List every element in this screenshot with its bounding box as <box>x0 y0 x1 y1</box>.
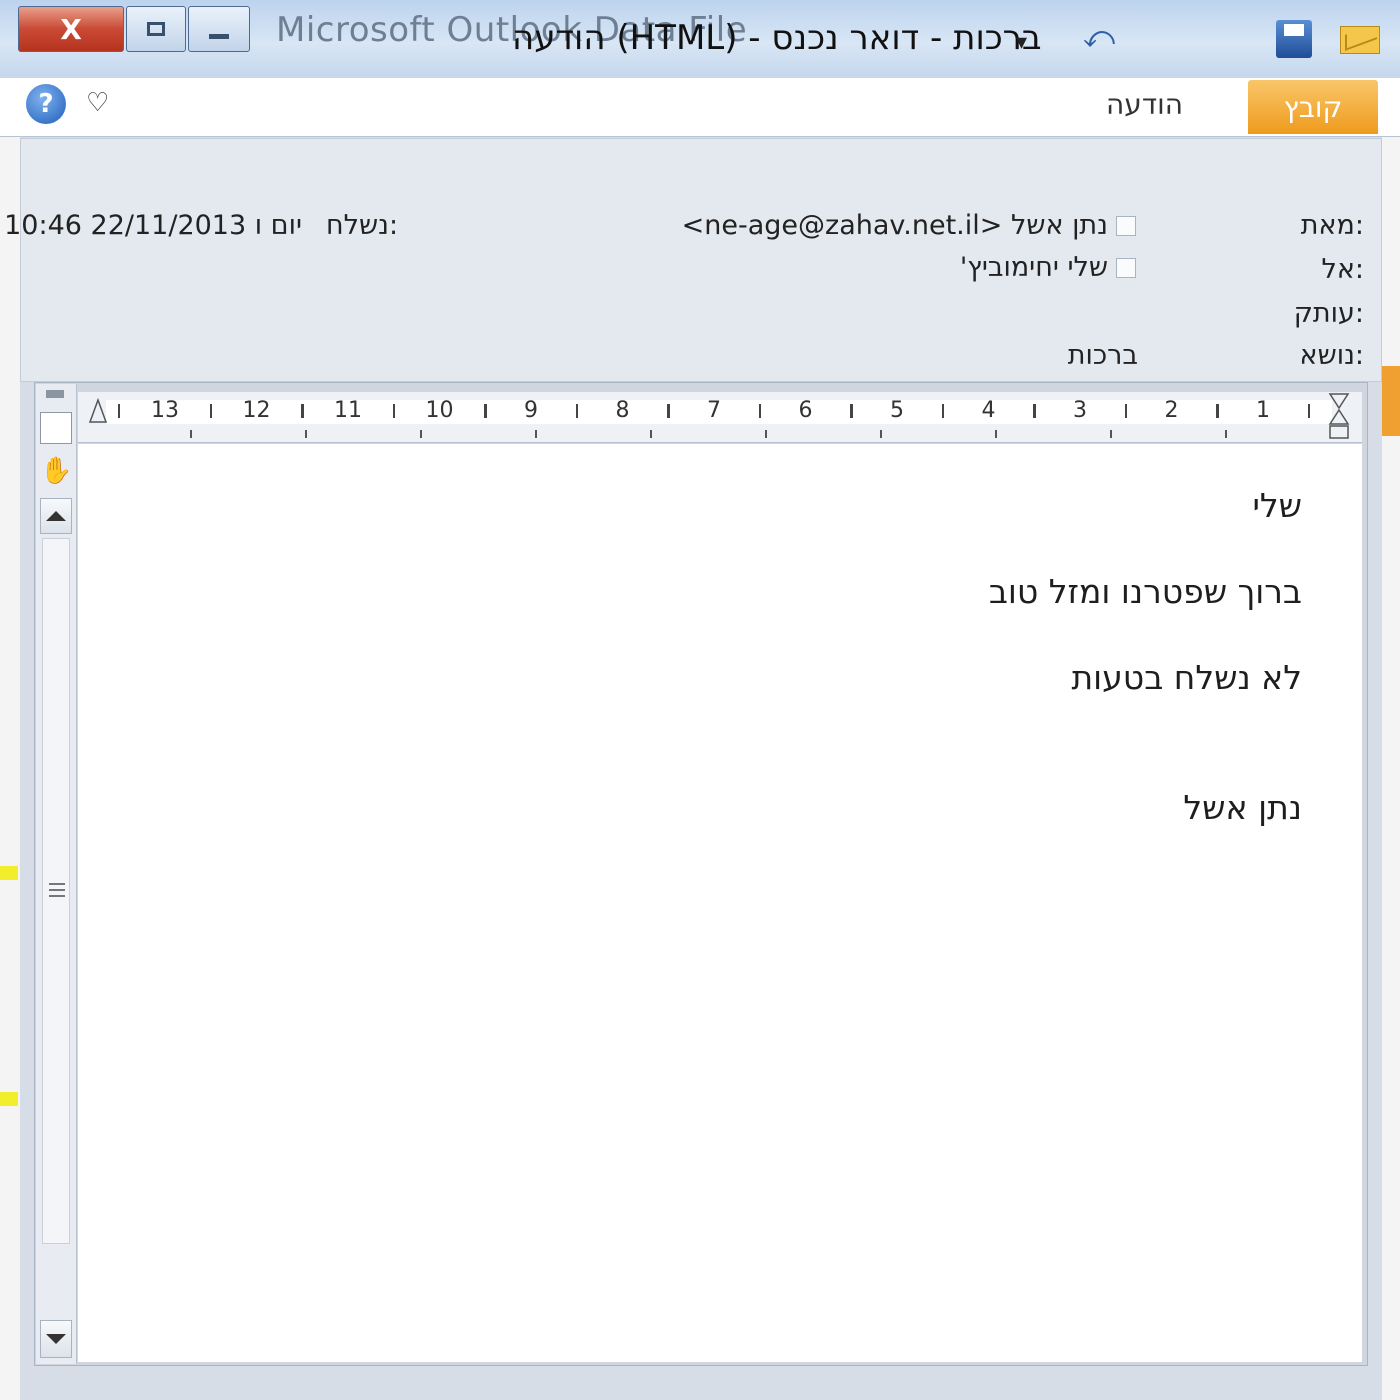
close-icon: X <box>60 12 82 46</box>
ruler-tick <box>209 404 212 418</box>
right-indent-marker-icon[interactable] <box>1328 392 1350 440</box>
ruler-tab-mark <box>190 430 192 438</box>
tab-file[interactable]: קובץ <box>1248 80 1378 134</box>
ruler-tick <box>850 404 852 418</box>
message-header <box>20 138 1382 382</box>
ruler-number: 3 <box>1073 398 1087 423</box>
ruler-number: 6 <box>798 398 813 423</box>
highlight-strip <box>1382 366 1400 436</box>
ruler-tab-mark <box>305 430 307 438</box>
arrow-up-icon <box>46 511 66 521</box>
restore-button[interactable] <box>126 6 186 52</box>
mail-icon <box>1340 26 1380 54</box>
view-ruler-icon[interactable] <box>40 412 72 444</box>
toolbar-grip <box>46 390 64 398</box>
highlight-strip <box>0 866 18 880</box>
minimize-button[interactable] <box>188 6 250 52</box>
ruler-number: 1 <box>1256 398 1270 423</box>
ruler-number: 2 <box>1164 398 1179 423</box>
from-label: מאת: <box>1300 210 1364 241</box>
close-button[interactable]: X <box>18 6 124 52</box>
ruler-number: 5 <box>890 398 904 423</box>
ruler-tab-mark <box>650 430 652 438</box>
minimize-icon <box>209 33 229 39</box>
ruler-tick <box>1124 404 1127 418</box>
scroll-down-button[interactable] <box>40 1320 72 1358</box>
from-value[interactable]: נתן אשל <ne-age@zahav.net.il> <box>682 210 1108 241</box>
ruler-tick <box>758 404 761 418</box>
tab-message[interactable]: הודעה <box>1106 88 1183 121</box>
ruler-tab-mark <box>535 430 537 438</box>
ruler-tick <box>1216 404 1218 418</box>
body-line-signature: נתן אשל <box>1183 788 1302 827</box>
to-value[interactable]: שלי יחימוביץ' <box>960 252 1108 283</box>
ruler-tab-mark <box>1225 430 1227 438</box>
quick-access-dropdown-icon[interactable]: ▾ <box>1016 30 1027 55</box>
ruler-tick <box>118 404 120 418</box>
ruler-number: 7 <box>707 398 721 423</box>
to-label: אל: <box>1321 254 1364 285</box>
background-window-right <box>1382 130 1400 1400</box>
scroll-grip-icon[interactable] <box>48 880 66 900</box>
ruler-number: 10 <box>425 398 454 423</box>
ruler-tab-mark <box>880 430 882 438</box>
ruler-number: 8 <box>615 398 630 423</box>
arrow-down-icon <box>46 1334 66 1344</box>
heart-icon[interactable]: ♡ <box>86 88 109 118</box>
message-body[interactable]: שלי ברוך שפטרנו ומזל טוב לא נשלח בטעות נ… <box>78 444 1362 1362</box>
ruler-tab-mark <box>765 430 767 438</box>
subject-value: ברכות <box>1067 340 1138 371</box>
ruler-number: 12 <box>242 398 271 423</box>
window-title: הודעה (HTML) - ברכות - דואר נכנס <box>512 18 1042 58</box>
background-window-left <box>0 130 20 1400</box>
save-icon[interactable] <box>1276 20 1312 58</box>
ribbon <box>0 78 1400 137</box>
undo-icon[interactable]: ⤺ <box>1072 20 1126 56</box>
to-checkbox[interactable] <box>1116 258 1136 278</box>
highlight-strip <box>0 1092 18 1106</box>
ruler-tick <box>1033 404 1035 418</box>
body-line-greeting: שלי <box>1252 486 1302 525</box>
from-checkbox[interactable] <box>1116 216 1136 236</box>
ruler-tick <box>301 404 303 418</box>
ruler-number: 9 <box>524 398 538 423</box>
ruler-tick <box>392 404 395 418</box>
restore-icon <box>147 22 165 36</box>
ruler-tab-mark <box>420 430 422 438</box>
ruler-number: 4 <box>981 398 996 423</box>
ruler-tick <box>941 404 944 418</box>
help-icon[interactable]: ? <box>26 84 66 124</box>
body-line-note: לא נשלח בטעות <box>1071 658 1302 697</box>
ruler-number: 11 <box>334 398 362 423</box>
ruler-tab-mark <box>1110 430 1112 438</box>
ruler-tick <box>667 404 669 418</box>
left-indent-marker-icon[interactable] <box>88 398 108 426</box>
hand-icon[interactable]: ✋ <box>40 456 72 488</box>
cc-label: עותק: <box>1293 298 1364 329</box>
ruler-tab-mark <box>995 430 997 438</box>
subject-label: נושא: <box>1299 340 1364 371</box>
sent-label: נשלח: <box>326 210 399 241</box>
body-line-blessing: ברוך שפטרנו ומזל טוב <box>988 572 1302 611</box>
scroll-up-button[interactable] <box>40 498 72 534</box>
ruler-tick <box>575 404 578 418</box>
ruler-tick <box>484 404 486 418</box>
ruler-tick <box>1308 404 1310 418</box>
ruler-number: 13 <box>151 398 179 423</box>
sent-value: יום ו 22/11/2013 10:46 <box>4 210 302 241</box>
